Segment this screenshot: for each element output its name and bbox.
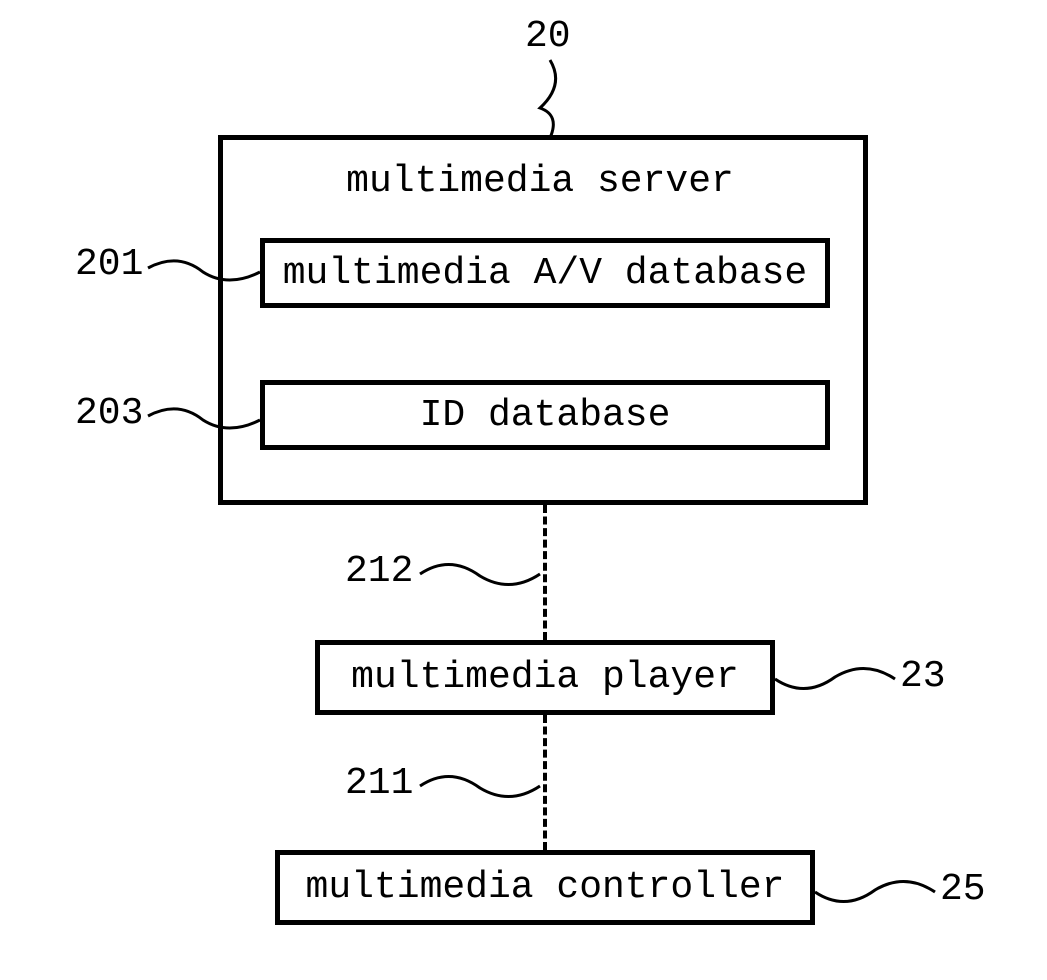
ref-25: 25 [940, 868, 986, 911]
multimedia-server-title: multimedia server [320, 160, 760, 203]
multimedia-controller-box: multimedia controller [275, 850, 815, 925]
id-database-box: ID database [260, 380, 830, 450]
leader-203 [148, 408, 263, 438]
leader-211 [420, 772, 542, 807]
multimedia-player-box: multimedia player [315, 640, 775, 715]
ref-211: 211 [345, 762, 413, 805]
conn-player-controller [543, 715, 547, 850]
leader-23 [775, 665, 897, 700]
av-database-label: multimedia A/V database [283, 252, 808, 295]
ref-20: 20 [525, 15, 571, 58]
id-database-label: ID database [420, 394, 671, 437]
conn-server-player [543, 505, 547, 640]
ref-23: 23 [900, 655, 946, 698]
ref-212: 212 [345, 550, 413, 593]
multimedia-player-label: multimedia player [351, 656, 739, 699]
av-database-box: multimedia A/V database [260, 238, 830, 308]
leader-20 [540, 60, 580, 140]
leader-201 [148, 260, 263, 290]
ref-201: 201 [75, 243, 143, 286]
leader-212 [420, 560, 542, 595]
ref-203: 203 [75, 392, 143, 435]
multimedia-controller-label: multimedia controller [306, 866, 785, 909]
leader-25 [815, 878, 937, 913]
